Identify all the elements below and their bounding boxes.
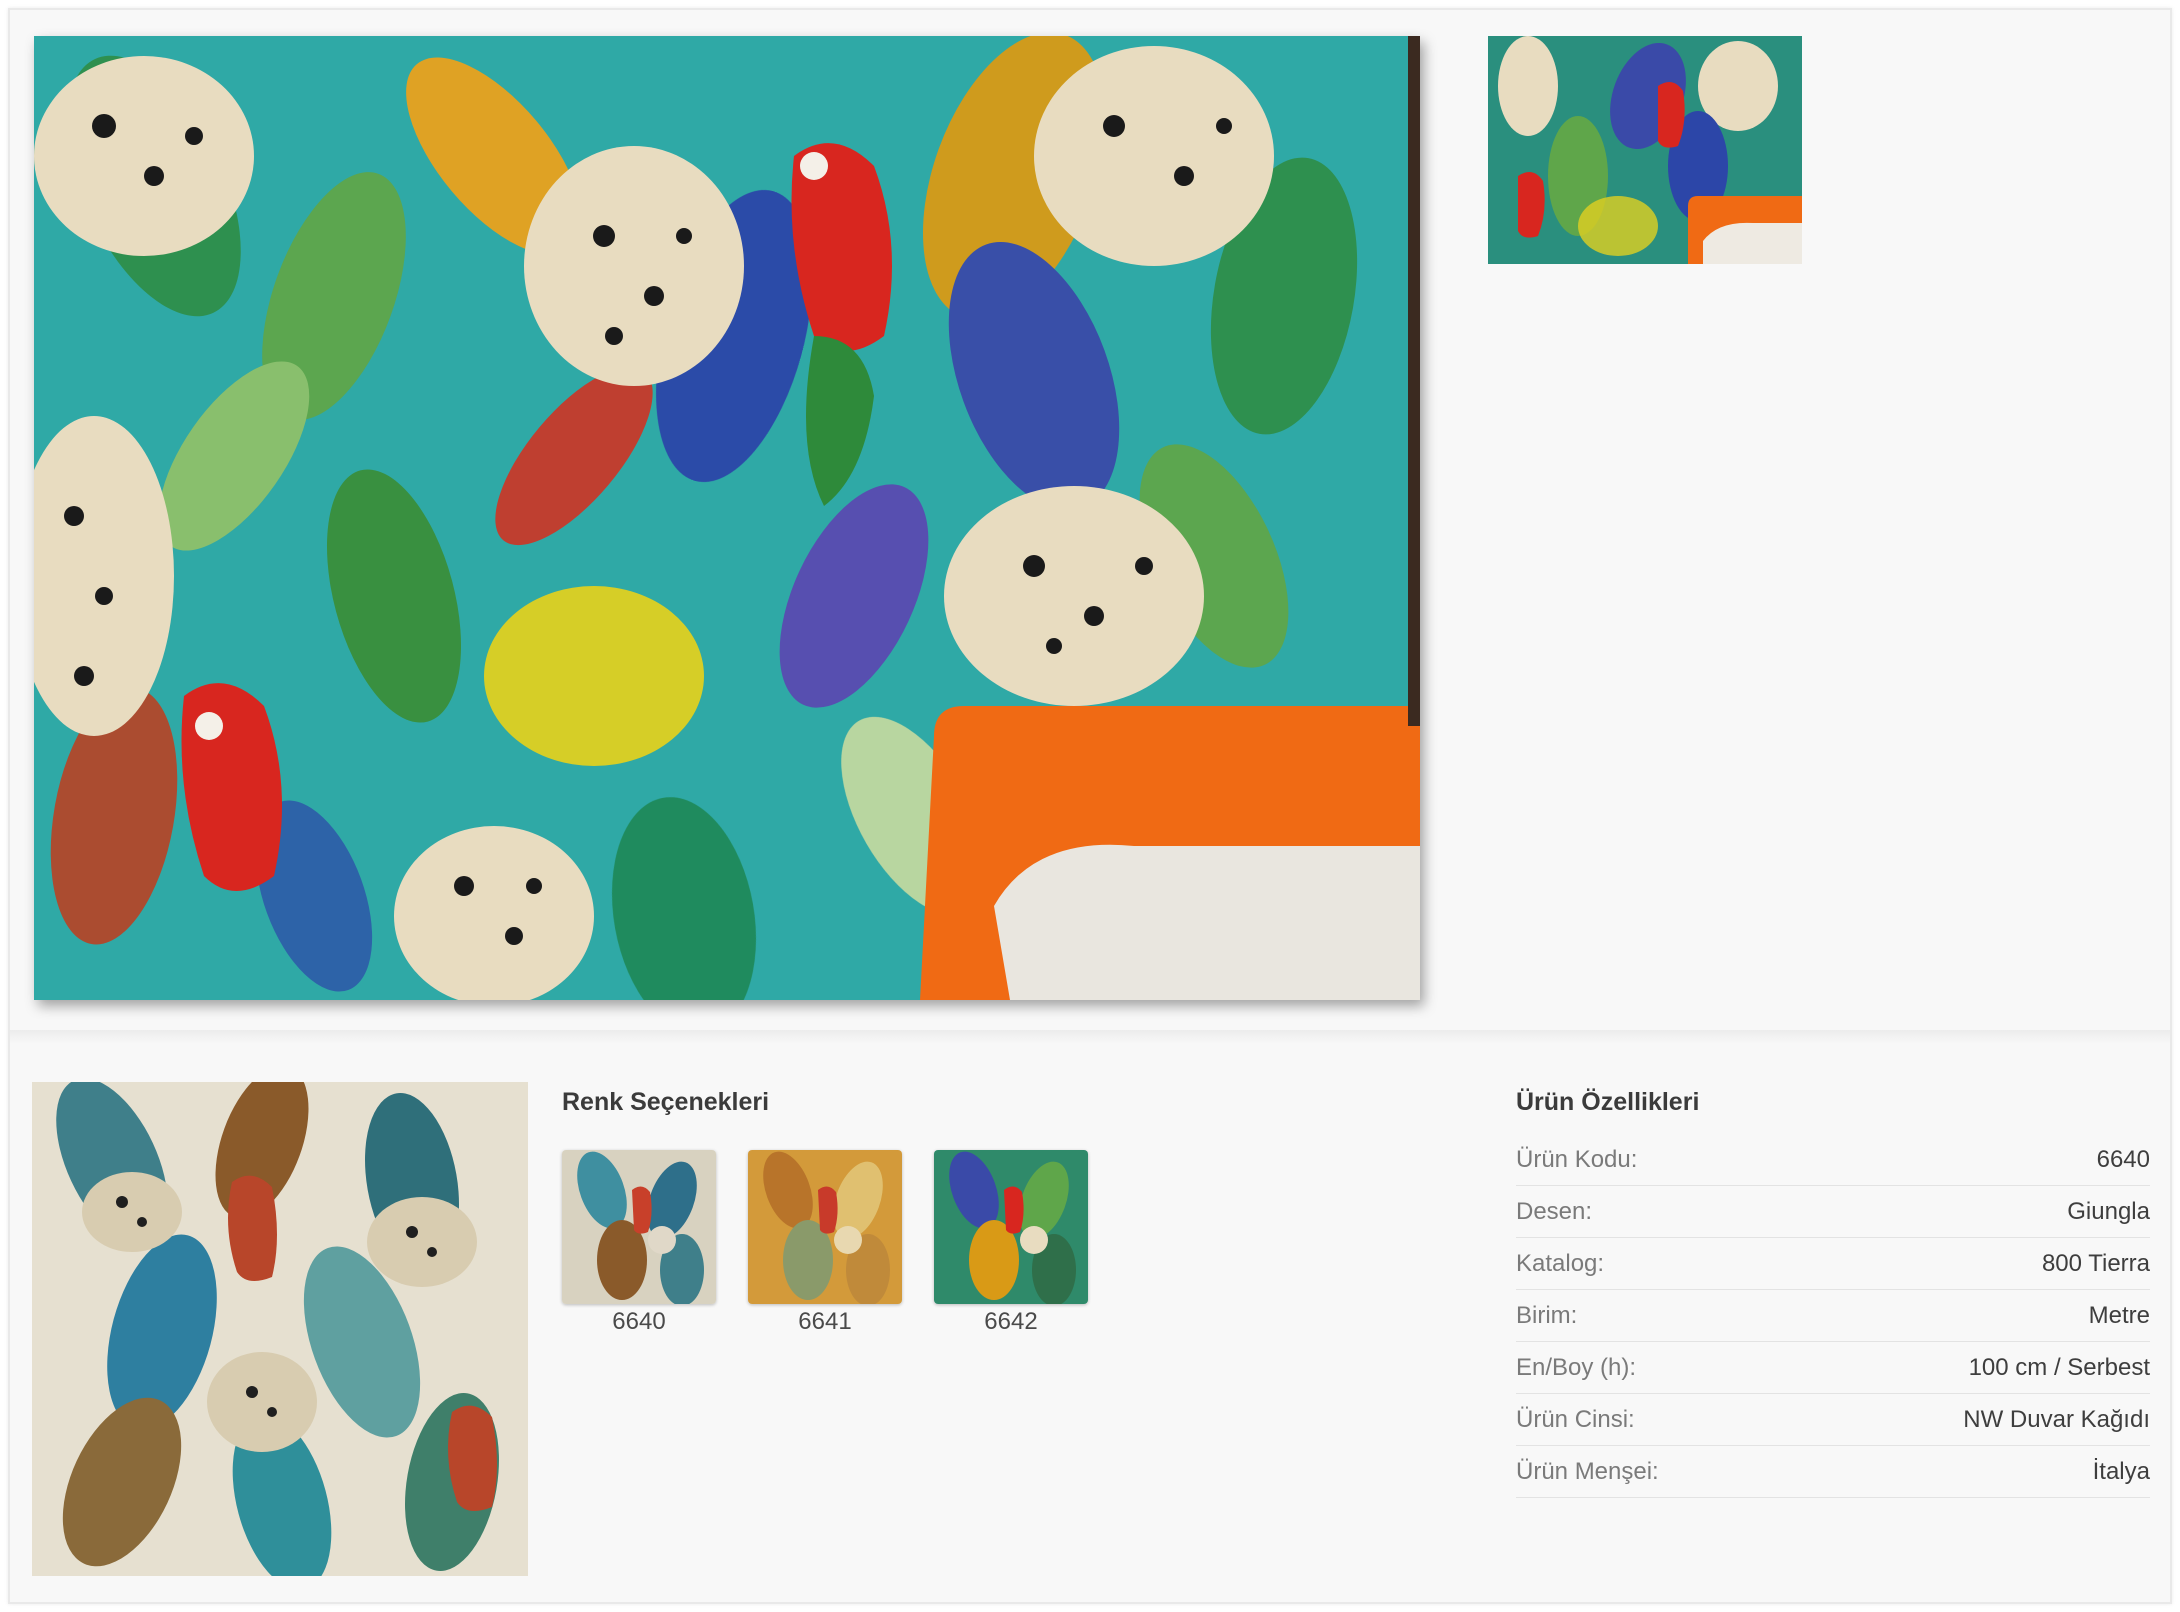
spec-label: Ürün Kodu: <box>1516 1145 1638 1173</box>
spec-row-unit: Birim: Metre <box>1516 1290 2150 1342</box>
spec-row-catalog: Katalog: 800 Tierra <box>1516 1238 2150 1290</box>
product-specs-table: Ürün Kodu: 6640 Desen: Giungla Katalog: … <box>1516 1134 2150 1498</box>
section-divider <box>10 1030 2170 1044</box>
spec-label: Ürün Cinsi: <box>1516 1405 1635 1433</box>
spec-value: Metre <box>2088 1301 2150 1329</box>
swatch-image[interactable] <box>748 1150 902 1304</box>
pattern-image[interactable] <box>32 1082 528 1576</box>
swatch-code: 6641 <box>798 1308 852 1335</box>
swatch-image[interactable] <box>934 1150 1088 1304</box>
product-specs-heading: Ürün Özellikleri <box>1516 1088 1700 1116</box>
swatch-code: 6642 <box>984 1308 1038 1335</box>
spec-row-pattern: Desen: Giungla <box>1516 1186 2150 1238</box>
page-frame: Renk Seçenekleri 6640 6641 6642 Ürün Öze… <box>8 8 2172 1604</box>
color-options-heading: Renk Seçenekleri <box>562 1088 770 1116</box>
spec-label: Ürün Menşei: <box>1516 1457 1659 1485</box>
swatch-code: 6640 <box>612 1308 666 1335</box>
spec-row-dimensions: En/Boy (h): 100 cm / Serbest <box>1516 1342 2150 1394</box>
color-swatch-6641[interactable]: 6641 <box>748 1150 902 1336</box>
spec-label: Desen: <box>1516 1197 1593 1225</box>
spec-label: Katalog: <box>1516 1249 1605 1277</box>
product-gallery <box>10 10 2170 1030</box>
swatch-image[interactable] <box>562 1150 716 1304</box>
spec-row-origin: Ürün Menşei: İtalya <box>1516 1446 2150 1498</box>
color-swatch-6640[interactable]: 6640 <box>562 1150 716 1336</box>
spec-value: 800 Tierra <box>2041 1249 2150 1277</box>
color-swatch-6642[interactable]: 6642 <box>934 1150 1088 1336</box>
gallery-thumbnail[interactable] <box>1488 36 1802 264</box>
spec-row-product-code: Ürün Kodu: 6640 <box>1516 1134 2150 1186</box>
spec-value: 6640 <box>2096 1145 2150 1173</box>
spec-value: NW Duvar Kağıdı <box>1963 1405 2150 1433</box>
spec-value: İtalya <box>2092 1457 2150 1485</box>
spec-value: 100 cm / Serbest <box>1968 1353 2150 1381</box>
spec-label: Birim: <box>1516 1301 1578 1329</box>
spec-row-type: Ürün Cinsi: NW Duvar Kağıdı <box>1516 1394 2150 1446</box>
spec-label: En/Boy (h): <box>1516 1353 1637 1381</box>
main-product-image[interactable] <box>34 36 1420 1000</box>
spec-value: Giungla <box>2067 1197 2150 1225</box>
